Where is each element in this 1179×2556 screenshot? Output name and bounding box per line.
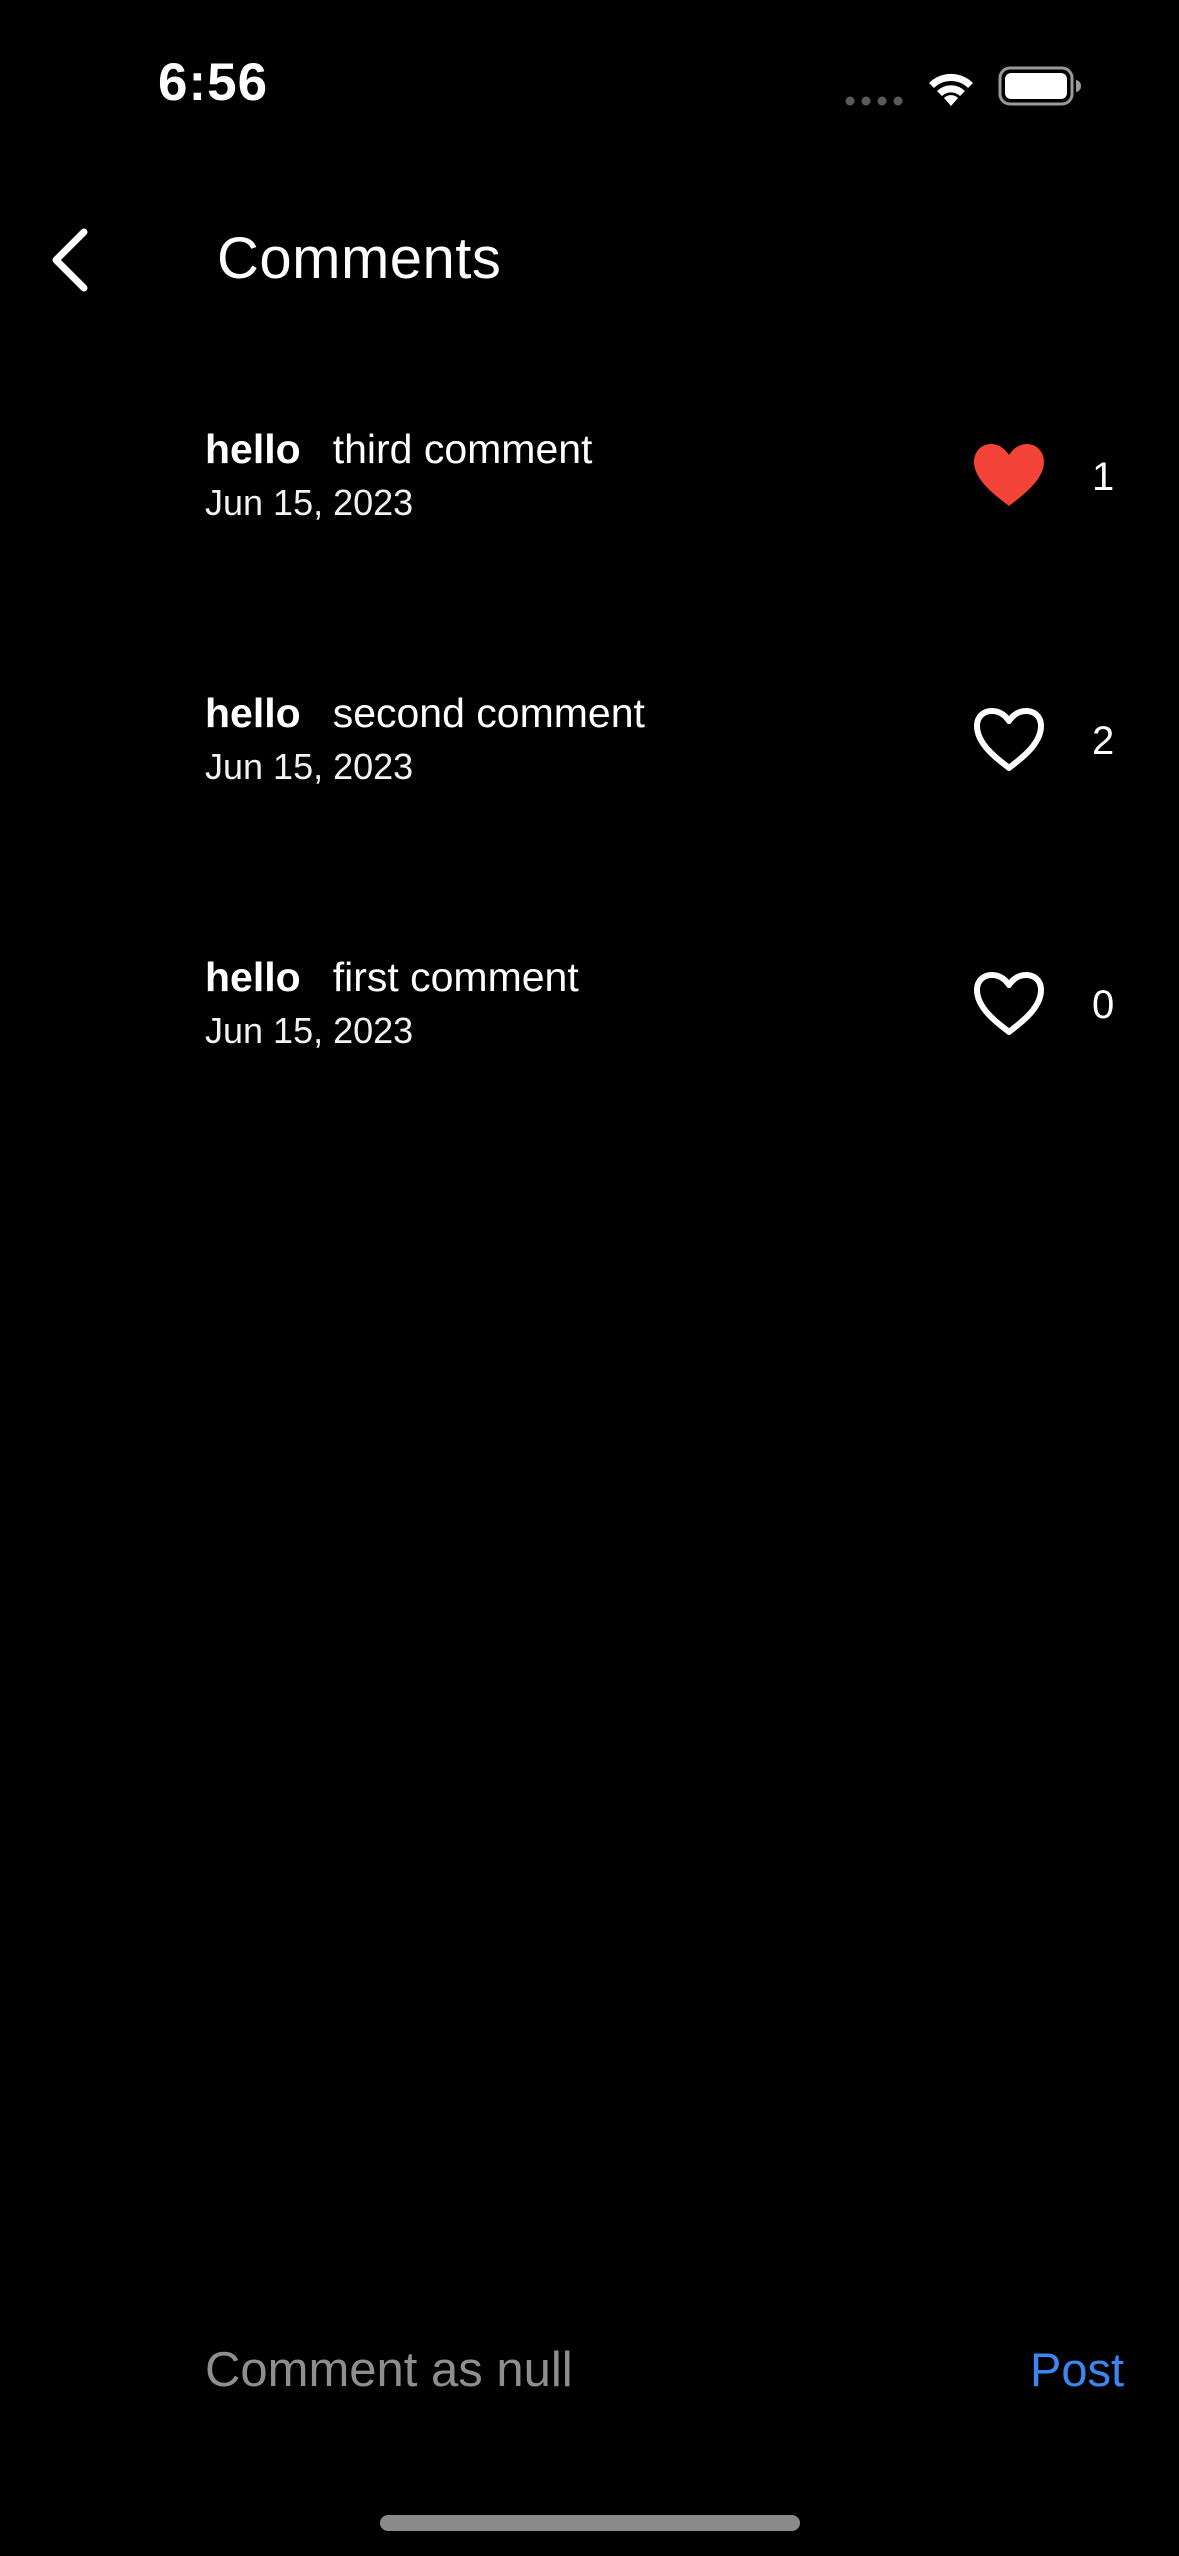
- back-button[interactable]: [30, 220, 110, 300]
- heart-outline-icon[interactable]: [970, 968, 1048, 1040]
- home-indicator: [380, 2515, 800, 2531]
- status-bar: 6:56: [0, 0, 1179, 175]
- comment-text: first comment: [332, 954, 579, 1000]
- comment-row: hello first comment Jun 15, 2023 0: [0, 928, 1179, 1192]
- battery-icon: [998, 66, 1081, 106]
- comment-content: hello third comment Jun 15, 2023: [205, 420, 592, 528]
- header: Comments: [0, 200, 1179, 320]
- cellular-signal-icon: [845, 96, 903, 106]
- comment-row: hello second comment Jun 15, 2023 2: [0, 664, 1179, 928]
- comment-date: Jun 15, 2023: [205, 482, 414, 523]
- comment-list: hello third comment Jun 15, 2023 1 hello s…: [0, 400, 1179, 1192]
- comment-composer: Post: [0, 2330, 1179, 2410]
- comment-content: hello second comment Jun 15, 2023: [205, 684, 645, 792]
- like-count: 2: [1092, 719, 1115, 763]
- like-count: 1: [1092, 455, 1115, 499]
- comment-username[interactable]: hello: [205, 426, 301, 472]
- comment-row: hello third comment Jun 15, 2023 1: [0, 400, 1179, 664]
- comment-text: third comment: [332, 426, 593, 472]
- status-time: 6:56: [158, 53, 269, 112]
- comment-line: hello second comment: [205, 684, 645, 742]
- comment-content: hello first comment Jun 15, 2023: [205, 948, 579, 1056]
- comment-date: Jun 15, 2023: [205, 746, 414, 787]
- comment-line: hello third comment: [205, 420, 592, 478]
- wifi-icon: [929, 73, 973, 106]
- page-title: Comments: [217, 226, 502, 291]
- comment-date: Jun 15, 2023: [205, 1010, 414, 1051]
- comment-line: hello first comment: [205, 948, 579, 1006]
- heart-outline-icon[interactable]: [970, 704, 1048, 776]
- comment-username[interactable]: hello: [205, 690, 301, 736]
- comment-username[interactable]: hello: [205, 954, 301, 1000]
- heart-filled-icon[interactable]: [970, 440, 1048, 512]
- post-button[interactable]: Post: [1030, 2330, 1124, 2410]
- chevron-left-icon: [52, 228, 88, 292]
- comment-input[interactable]: [205, 2330, 965, 2410]
- comment-text: second comment: [332, 690, 645, 736]
- like-count: 0: [1092, 983, 1115, 1027]
